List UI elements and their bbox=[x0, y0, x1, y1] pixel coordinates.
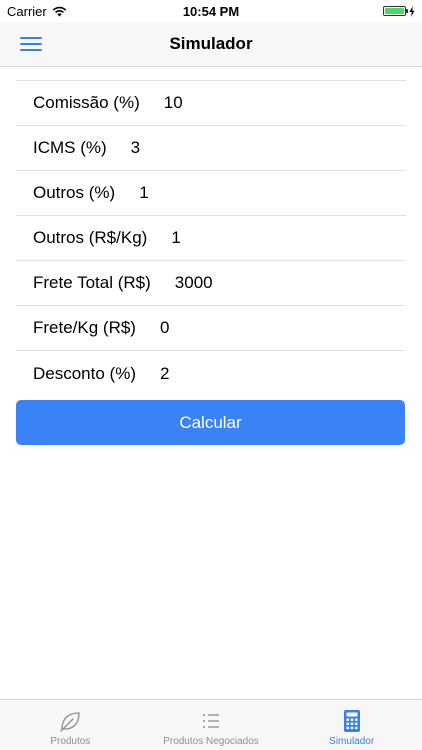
charging-bolt-icon bbox=[409, 5, 415, 17]
tab-produtos-label: Produtos bbox=[50, 736, 91, 747]
calculate-button[interactable]: Calcular bbox=[16, 400, 405, 445]
frete-total-input[interactable] bbox=[174, 273, 406, 293]
tab-produtos-negociados[interactable]: Produtos Negociados bbox=[141, 700, 282, 750]
outros-percent-label: Outros (%) bbox=[33, 183, 116, 202]
form-row-frete-kg: Frete/Kg (R$) bbox=[16, 306, 406, 351]
outros-percent-input[interactable] bbox=[139, 183, 406, 203]
form-row-outros-percent: Outros (%) bbox=[16, 171, 406, 216]
page-title: Simulador bbox=[169, 34, 253, 53]
comissao-label: Comissão (%) bbox=[33, 93, 140, 112]
menu-line bbox=[20, 37, 42, 39]
tab-simulador[interactable]: Simulador bbox=[281, 700, 422, 750]
outros-kg-label: Outros (R$/Kg) bbox=[33, 228, 148, 247]
desconto-label: Desconto (%) bbox=[33, 363, 136, 383]
calculator-icon bbox=[343, 710, 360, 732]
status-right bbox=[383, 5, 415, 17]
tab-produtos[interactable]: Produtos bbox=[0, 700, 141, 750]
form-row-desconto: Desconto (%) bbox=[16, 351, 406, 396]
frete-total-label: Frete Total (R$) bbox=[33, 273, 151, 292]
carrier-label: Carrier bbox=[7, 3, 47, 19]
comissao-input[interactable] bbox=[163, 93, 406, 113]
status-bar: Carrier 10:54 PM bbox=[0, 0, 422, 22]
tab-produtos-negociados-label: Produtos Negociados bbox=[163, 736, 259, 747]
desconto-input[interactable] bbox=[159, 363, 406, 384]
tab-simulador-label: Simulador bbox=[329, 736, 375, 747]
battery-icon bbox=[383, 6, 408, 16]
form-row-frete-total: Frete Total (R$) bbox=[16, 261, 406, 306]
wifi-icon bbox=[52, 6, 66, 16]
outros-kg-input[interactable] bbox=[171, 228, 406, 248]
tab-bar: Produtos Produtos Negociados Simulador bbox=[0, 699, 422, 750]
list-icon bbox=[203, 714, 219, 728]
battery-level bbox=[385, 8, 404, 14]
menu-line bbox=[20, 43, 42, 45]
hamburger-menu-icon[interactable] bbox=[20, 34, 42, 54]
icms-input[interactable] bbox=[130, 138, 406, 158]
icms-label: ICMS (%) bbox=[33, 138, 107, 157]
nav-bar: Simulador bbox=[0, 22, 422, 67]
form-row-comissao: Comissão (%) bbox=[16, 81, 406, 126]
frete-kg-label: Frete/Kg (R$) bbox=[33, 318, 136, 337]
frete-kg-input[interactable] bbox=[159, 318, 406, 338]
menu-line bbox=[20, 49, 42, 51]
status-left: Carrier bbox=[7, 4, 67, 19]
form-row-outros-kg: Outros (R$/Kg) bbox=[16, 216, 406, 261]
leaf-icon bbox=[60, 712, 80, 732]
form-row-icms: ICMS (%) bbox=[16, 126, 406, 171]
simulator-form: Comissão (%) ICMS (%) Outros (%) Outros … bbox=[16, 80, 406, 396]
